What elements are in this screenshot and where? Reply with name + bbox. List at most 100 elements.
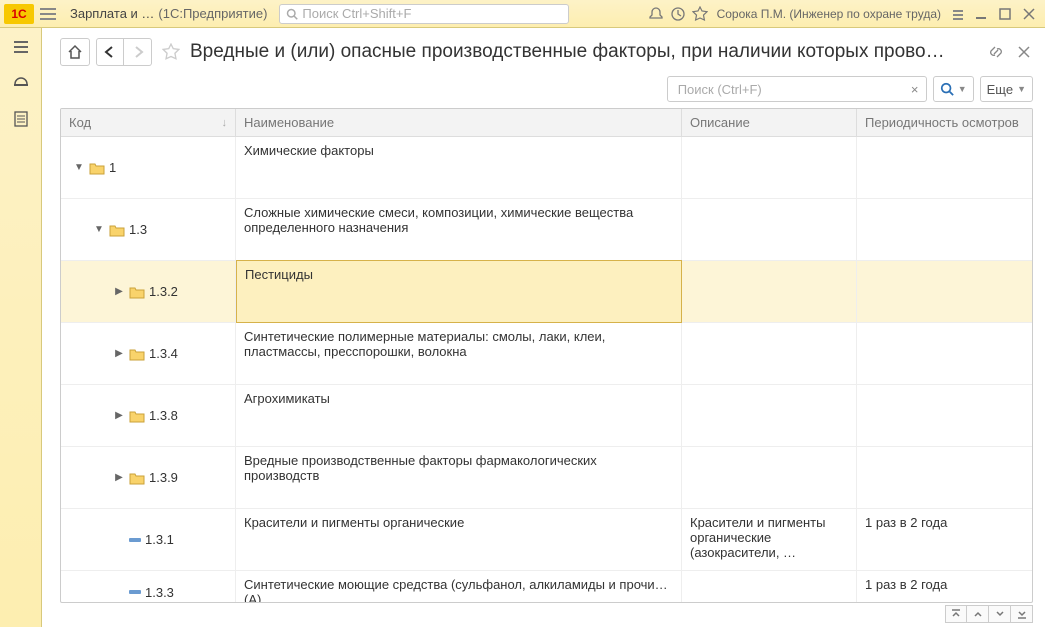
table-row[interactable]: ▶ 1.3.9 Вредные производственные факторы ф… bbox=[61, 447, 1032, 509]
scroll-up-button[interactable] bbox=[967, 605, 989, 623]
link-icon[interactable] bbox=[985, 41, 1007, 63]
global-search[interactable]: Поиск Ctrl+Shift+F bbox=[279, 4, 569, 24]
scroll-top-button[interactable] bbox=[945, 605, 967, 623]
table-row[interactable]: 1.3.3 Синтетические моющие средства (суль… bbox=[61, 571, 1032, 602]
name-value: Вредные производственные факторы фармако… bbox=[244, 453, 673, 483]
name-value: Красители и пигменты органические bbox=[244, 515, 464, 530]
window-maximize[interactable] bbox=[993, 3, 1017, 25]
cell-name: Вредные производственные факторы фармако… bbox=[236, 447, 682, 508]
global-search-placeholder: Поиск Ctrl+Shift+F bbox=[302, 6, 411, 21]
nav-back-button[interactable] bbox=[96, 38, 124, 66]
name-value: Пестициды bbox=[245, 267, 313, 282]
table-row[interactable]: ▼ 1.3 Сложные химические смеси, композиции… bbox=[61, 199, 1032, 261]
user-menu-dropdown[interactable] bbox=[947, 3, 969, 25]
expand-icon[interactable]: ▶ bbox=[113, 348, 125, 359]
page-header: Вредные и (или) опасные производственные… bbox=[60, 32, 1035, 72]
cell-code: 1.3.1 bbox=[61, 509, 236, 570]
collapse-icon[interactable]: ▼ bbox=[73, 162, 85, 173]
cell-period: 1 раз в 2 года bbox=[857, 571, 1032, 602]
cell-code: ▶ 1.3.4 bbox=[61, 323, 236, 384]
folder-icon bbox=[129, 471, 145, 485]
cell-name: Синтетические моющие средства (сульфанол… bbox=[236, 571, 682, 602]
titlebar: 1C Зарплата и … (1С:Предприятие) Поиск C… bbox=[0, 0, 1045, 28]
main-menu-button[interactable] bbox=[40, 4, 60, 24]
item-icon bbox=[129, 538, 141, 542]
cell-period bbox=[857, 261, 1032, 322]
user-name[interactable]: Сорока П.М. (Инженер по охране труда) bbox=[717, 7, 941, 21]
period-value: 1 раз в 2 года bbox=[865, 515, 947, 530]
home-button[interactable] bbox=[60, 38, 90, 66]
logo-1c: 1C bbox=[4, 4, 34, 24]
sort-indicator-icon: ↓ bbox=[222, 117, 228, 129]
nav-back-forward bbox=[96, 38, 152, 66]
app-subtitle: (1С:Предприятие) bbox=[158, 6, 267, 21]
history-icon[interactable] bbox=[667, 3, 689, 25]
cell-code: ▶1.3.2 bbox=[61, 261, 236, 322]
list-search[interactable]: × bbox=[667, 76, 927, 102]
cell-period bbox=[857, 137, 1032, 198]
folder-icon bbox=[129, 347, 145, 361]
code-value: 1.3.3 bbox=[145, 585, 174, 600]
collapse-icon[interactable]: ▼ bbox=[93, 224, 105, 235]
page-title: Вредные и (или) опасные производственные… bbox=[190, 41, 979, 63]
safety-section-icon[interactable] bbox=[10, 72, 32, 94]
advanced-search-button[interactable]: ▼ bbox=[933, 76, 974, 102]
scroll-down-button[interactable] bbox=[989, 605, 1011, 623]
expand-icon[interactable]: ▶ bbox=[113, 472, 125, 483]
table-row[interactable]: ▶1.3.8Агрохимикаты bbox=[61, 385, 1032, 447]
cell-name: Пестициды bbox=[236, 260, 682, 323]
cell-desc bbox=[682, 261, 857, 322]
window-minimize[interactable] bbox=[969, 3, 993, 25]
more-button[interactable]: Еще ▼ bbox=[980, 76, 1033, 102]
column-header-desc[interactable]: Описание bbox=[682, 109, 857, 136]
favorite-toggle-icon[interactable] bbox=[162, 43, 180, 61]
period-value: 1 раз в 2 года bbox=[865, 577, 947, 592]
name-value: Синтетические моющие средства (сульфанол… bbox=[244, 577, 673, 602]
expand-icon[interactable]: ▶ bbox=[113, 410, 125, 421]
cell-period bbox=[857, 323, 1032, 384]
column-header-period[interactable]: Периодичность осмотров bbox=[857, 109, 1032, 136]
table-row[interactable]: 1.3.1 Красители и пигменты органические Кр… bbox=[61, 509, 1032, 571]
grid-header: Код↓ Наименование Описание Периодичность… bbox=[61, 109, 1032, 137]
chevron-down-icon: ▼ bbox=[1017, 84, 1026, 94]
scroll-bottom-button[interactable] bbox=[1011, 605, 1033, 623]
cell-name: Агрохимикаты bbox=[236, 385, 682, 446]
cell-name: Сложные химические смеси, композиции, хи… bbox=[236, 199, 682, 260]
cell-desc bbox=[682, 447, 857, 508]
folder-icon bbox=[129, 285, 145, 299]
factors-grid: Код↓ Наименование Описание Периодичность… bbox=[60, 108, 1033, 603]
cell-desc bbox=[682, 199, 857, 260]
code-value: 1.3.9 bbox=[149, 470, 178, 485]
cell-name: Химические факторы bbox=[236, 137, 682, 198]
table-row[interactable]: ▼1Химические факторы bbox=[61, 137, 1032, 199]
code-value: 1.3 bbox=[129, 222, 147, 237]
window-close[interactable] bbox=[1017, 3, 1041, 25]
cell-period bbox=[857, 199, 1032, 260]
cell-desc: Красители и пигменты органические (азокр… bbox=[682, 509, 857, 570]
cell-period bbox=[857, 447, 1032, 508]
cell-desc bbox=[682, 571, 857, 602]
code-value: 1.3.4 bbox=[149, 346, 178, 361]
sections-menu-icon[interactable] bbox=[10, 36, 32, 58]
notifications-icon[interactable] bbox=[645, 3, 667, 25]
cell-name: Синтетические полимерные материалы: смол… bbox=[236, 323, 682, 384]
search-icon bbox=[286, 8, 298, 20]
favorites-star-icon[interactable] bbox=[689, 3, 711, 25]
documents-section-icon[interactable] bbox=[10, 108, 32, 130]
nav-forward-button[interactable] bbox=[124, 38, 152, 66]
column-header-code[interactable]: Код↓ bbox=[61, 109, 236, 136]
column-header-name[interactable]: Наименование bbox=[236, 109, 682, 136]
expand-icon[interactable]: ▶ bbox=[113, 286, 125, 297]
code-value: 1.3.1 bbox=[145, 532, 174, 547]
close-tab-button[interactable] bbox=[1013, 41, 1035, 63]
name-value: Синтетические полимерные материалы: смол… bbox=[244, 329, 673, 359]
search-clear-icon[interactable]: × bbox=[906, 82, 924, 97]
name-value: Сложные химические смеси, композиции, хи… bbox=[244, 205, 673, 235]
table-row[interactable]: ▶1.3.2 Пестициды bbox=[61, 261, 1032, 323]
section-panel bbox=[0, 28, 42, 627]
table-row[interactable]: ▶ 1.3.4 Синтетические полимерные материалы… bbox=[61, 323, 1032, 385]
cell-code: ▶1.3.8 bbox=[61, 385, 236, 446]
content-area: Вредные и (или) опасные производственные… bbox=[42, 28, 1045, 627]
list-search-input[interactable] bbox=[676, 81, 906, 98]
cell-code: ▼1 bbox=[61, 137, 236, 198]
